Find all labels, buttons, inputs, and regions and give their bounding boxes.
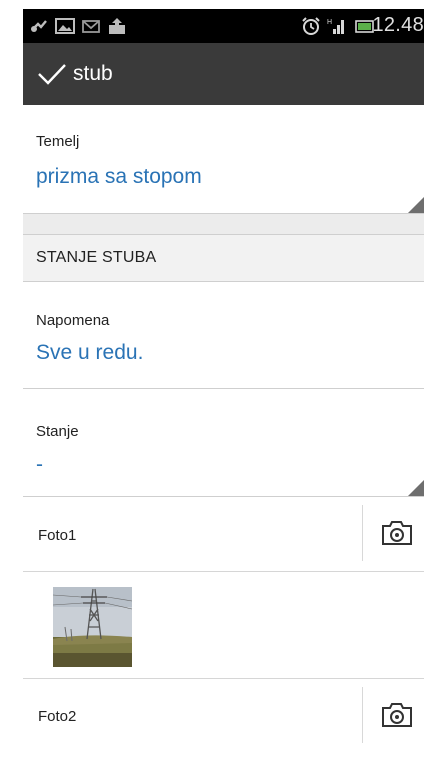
action-bar: stub xyxy=(23,43,424,105)
photo-row-foto2[interactable]: Foto2 xyxy=(23,679,424,751)
field-value: Sve u redu. xyxy=(36,341,144,364)
divider xyxy=(362,687,363,743)
section-header: STANJE STUBA xyxy=(23,234,424,282)
screen-bezel-bottom xyxy=(0,750,429,762)
divider xyxy=(362,505,363,561)
field-napomena[interactable]: Napomena Sve u redu. xyxy=(23,282,424,389)
field-value: - xyxy=(36,453,43,476)
camera-icon[interactable] xyxy=(380,519,414,547)
app-screen: H 12.48 stub Temelj prizma sa stopom STA… xyxy=(23,9,424,751)
dropdown-corner-icon xyxy=(408,197,424,213)
power-pole-photo-thumbnail[interactable] xyxy=(53,587,132,667)
section-title: STANJE STUBA xyxy=(36,249,157,266)
field-label: Napomena xyxy=(36,312,110,329)
status-bar: H 12.48 xyxy=(23,9,424,43)
mail-icon xyxy=(82,20,100,33)
camera-icon[interactable] xyxy=(380,701,414,729)
check-icon[interactable] xyxy=(37,63,67,85)
upload-icon xyxy=(109,18,125,34)
field-value: prizma sa stopom xyxy=(36,165,202,188)
dropdown-corner-icon xyxy=(408,480,424,496)
field-temelj[interactable]: Temelj prizma sa stopom xyxy=(23,105,424,214)
photo-label: Foto1 xyxy=(38,527,77,544)
page-title: stub xyxy=(73,62,113,85)
alarm-icon xyxy=(302,17,320,35)
usb-debug-icon xyxy=(31,20,47,32)
svg-text:H: H xyxy=(327,19,332,26)
photo-thumbnail-row xyxy=(23,572,424,679)
photo-row-foto1[interactable]: Foto1 xyxy=(23,497,424,572)
image-icon xyxy=(55,18,75,34)
signal-icon: H xyxy=(327,19,344,34)
field-label: Temelj xyxy=(36,133,80,150)
status-time: 12.48 xyxy=(372,14,424,36)
field-stanje[interactable]: Stanje - xyxy=(23,389,424,497)
field-label: Stanje xyxy=(36,423,79,440)
photo-label: Foto2 xyxy=(38,708,77,725)
screen-bezel-left xyxy=(0,0,23,762)
